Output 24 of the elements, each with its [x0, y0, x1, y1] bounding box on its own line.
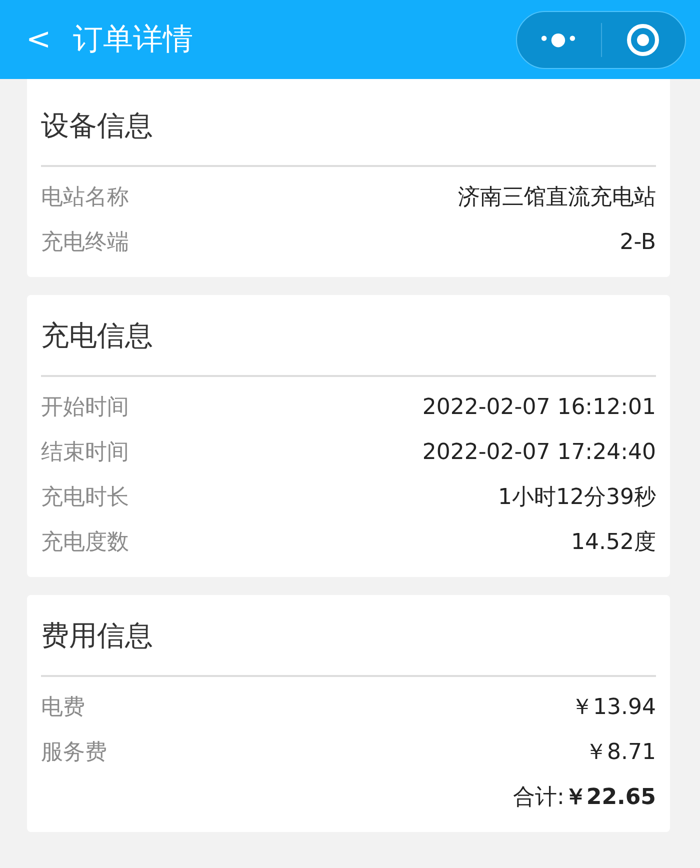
field-value: 2-B: [620, 229, 656, 257]
section-title: 设备信息: [41, 85, 656, 167]
target-icon: [626, 22, 660, 56]
field-value: 济南三馆直流充电站: [458, 184, 656, 212]
page-title: 订单详情: [73, 21, 194, 59]
section-title: 充电信息: [41, 295, 656, 377]
field-value: 2022-02-07 16:12:01: [422, 394, 656, 422]
field-value: ￥13.94: [571, 694, 656, 722]
field-value: 1小时12分39秒: [498, 484, 656, 512]
field-value: 2022-02-07 17:24:40: [422, 439, 656, 467]
field-label: 服务费: [41, 739, 107, 767]
total-amount: 合计:￥22.65: [512, 784, 656, 812]
more-button[interactable]: •●•: [517, 12, 600, 68]
field-label: 充电度数: [41, 529, 129, 557]
field-label: 充电时长: [41, 484, 129, 512]
back-button[interactable]: <: [26, 24, 52, 54]
field-label: 结束时间: [41, 439, 129, 467]
field-value: ￥8.71: [585, 739, 656, 767]
section-title: 费用信息: [41, 595, 656, 677]
field-label: 电站名称: [41, 184, 129, 212]
field-value: 14.52度: [571, 529, 656, 557]
field-label: 电费: [41, 694, 85, 722]
field-label: 开始时间: [41, 394, 129, 422]
field-label: 充电终端: [41, 229, 129, 257]
